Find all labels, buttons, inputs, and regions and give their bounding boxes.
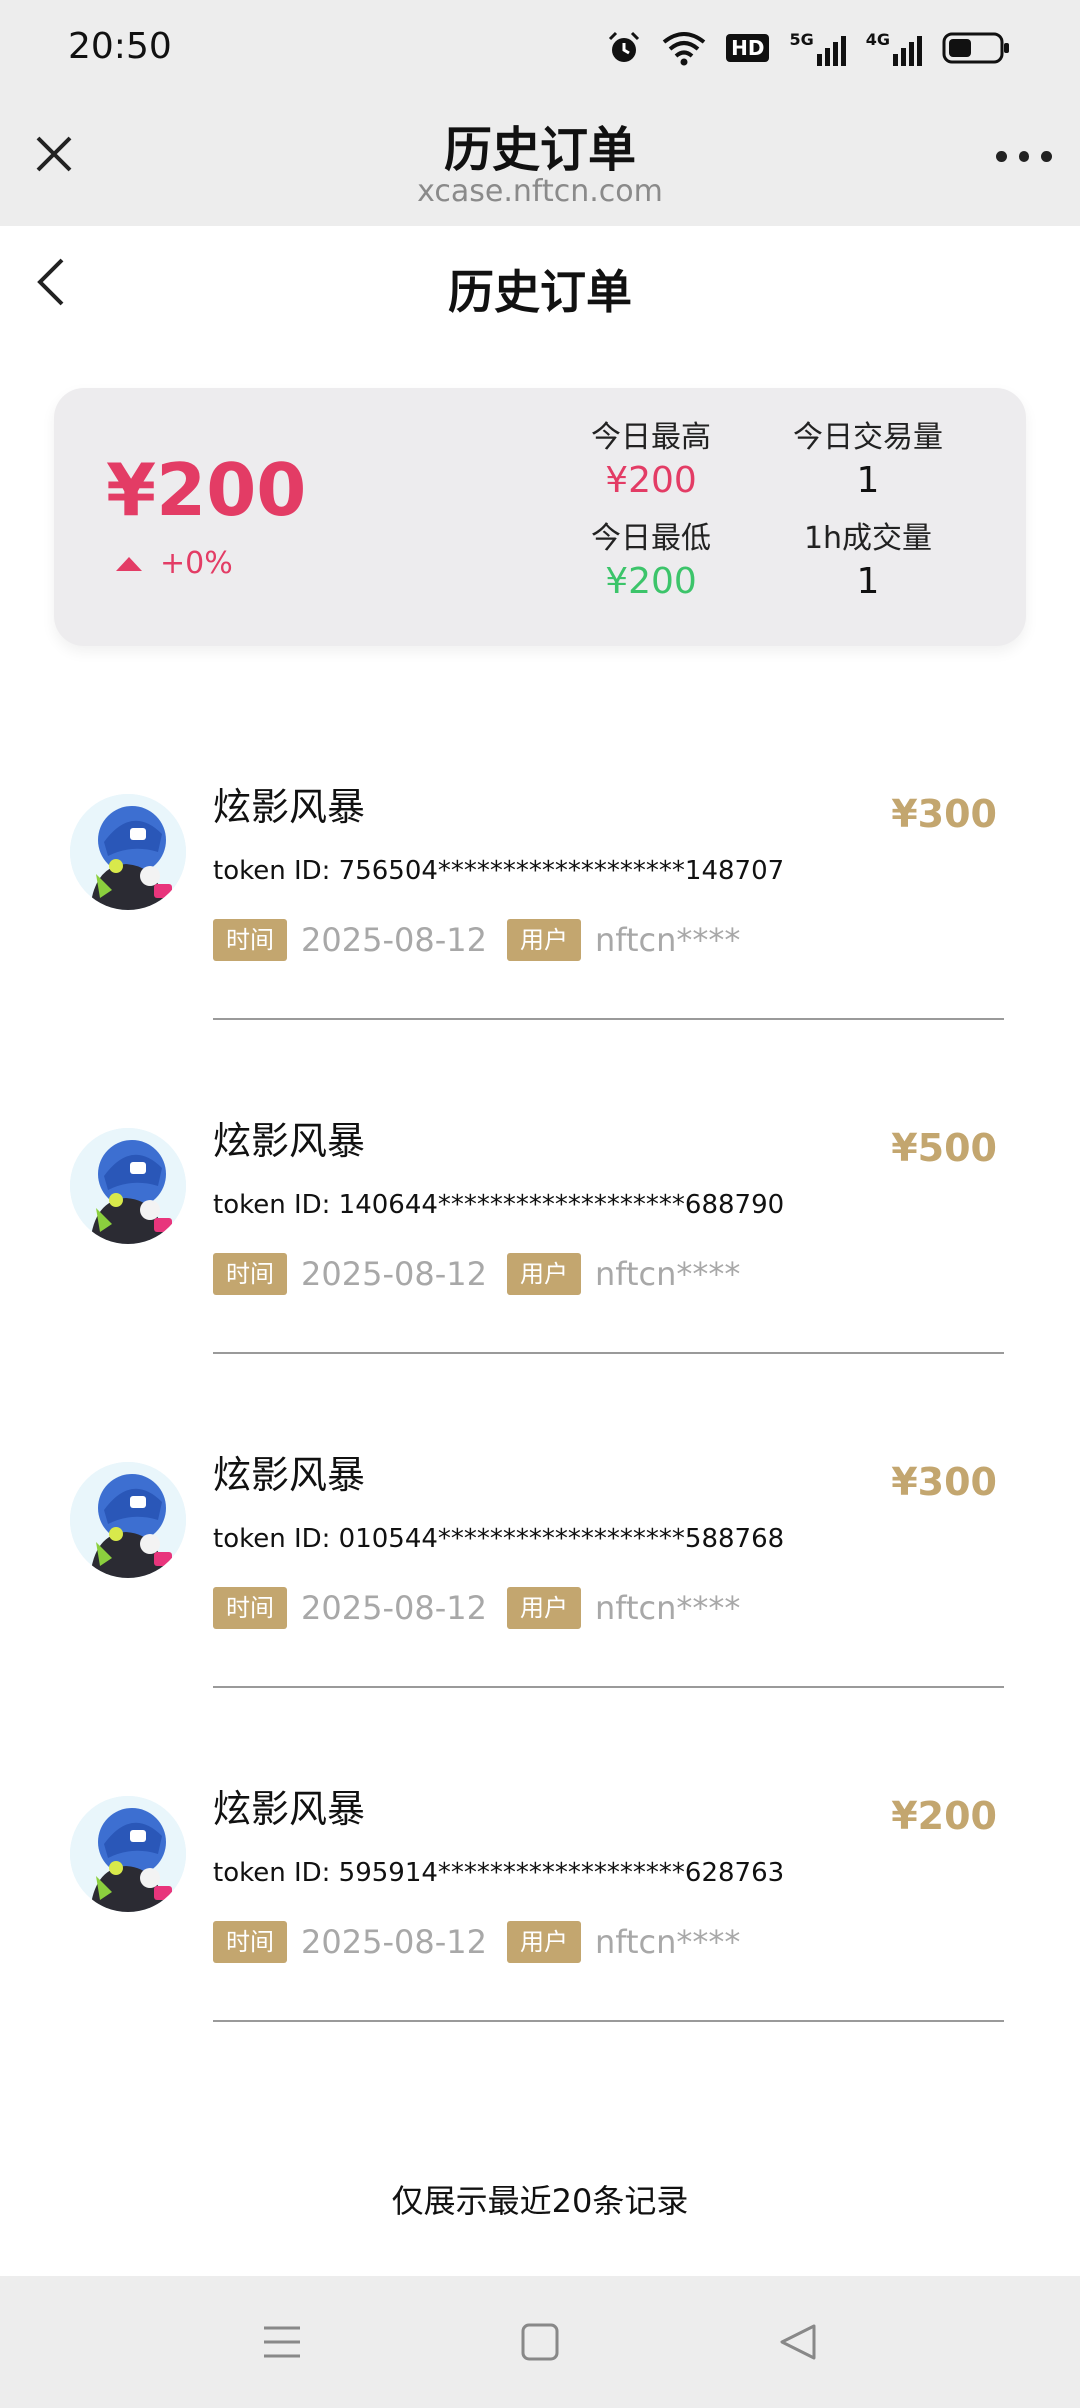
divider — [213, 1018, 1004, 1020]
signal-5g-icon: 5G — [789, 30, 846, 66]
stat-today-high: 今日最高 ¥200 — [551, 412, 751, 501]
order-token-id: token ID: 010544*******************58876… — [213, 1524, 785, 1554]
order-price: ¥300 — [891, 792, 997, 836]
order-meta: 时间 2025-08-12 用户 nftcn**** — [213, 1586, 760, 1630]
nft-avatar — [70, 794, 186, 910]
back-triangle-icon[interactable] — [776, 2320, 820, 2364]
stat-value: 1 — [856, 561, 880, 602]
signal-4g-icon: 4G — [866, 30, 922, 66]
order-item[interactable]: 炫影风暴 ¥300 token ID: 756504****************… — [0, 754, 1080, 1084]
price-change: +0% — [116, 546, 233, 581]
order-price: ¥500 — [891, 1126, 997, 1170]
status-bar: 20:50 HD 5G 4G — [0, 0, 1080, 96]
time-tag: 时间 — [213, 1587, 287, 1629]
order-meta: 时间 2025-08-12 用户 nftcn**** — [213, 1920, 760, 1964]
records-note: 仅展示最近20条记录 — [391, 2182, 689, 2220]
order-time: 2025-08-12 — [301, 1589, 487, 1627]
home-square-icon[interactable] — [518, 2320, 562, 2364]
current-price: ¥200 — [106, 448, 307, 532]
order-user: nftcn**** — [594, 1923, 741, 1961]
nft-avatar — [70, 1128, 186, 1244]
stat-hour-volume: 1h成交量 1 — [768, 513, 968, 602]
user-tag: 用户 — [506, 1587, 581, 1629]
stat-value: ¥200 — [605, 561, 697, 602]
time-tag: 时间 — [213, 1253, 287, 1295]
divider — [213, 2020, 1004, 2022]
page-header: 历史订单 — [0, 226, 1080, 338]
order-user: nftcn**** — [594, 1255, 741, 1293]
nft-avatar — [70, 1796, 186, 1912]
order-price: ¥300 — [891, 1460, 997, 1504]
order-name: 炫影风暴 — [213, 1787, 366, 1831]
order-time: 2025-08-12 — [301, 1923, 487, 1961]
price-summary-card: ¥200 +0% 今日最高 ¥200 今日交易量 1 今日最低 ¥200 1h成… — [54, 388, 1026, 646]
price-change-value: +0% — [160, 546, 233, 581]
order-time: 2025-08-12 — [301, 1255, 487, 1293]
user-tag: 用户 — [506, 919, 581, 961]
stat-today-low: 今日最低 ¥200 — [551, 513, 751, 602]
more-icon[interactable] — [996, 148, 1053, 164]
webview-header: 历史订单 xcase.nftcn.com — [0, 96, 1080, 226]
order-item[interactable]: 炫影风暴 ¥200 token ID: 595914****************… — [0, 1756, 1080, 2086]
up-triangle-icon — [116, 556, 142, 571]
order-user: nftcn**** — [594, 1589, 741, 1627]
time-tag: 时间 — [213, 919, 287, 961]
order-user: nftcn**** — [594, 921, 741, 959]
order-name: 炫影风暴 — [213, 1119, 366, 1163]
order-token-id: token ID: 140644*******************68879… — [213, 1190, 785, 1220]
order-time: 2025-08-12 — [301, 921, 487, 959]
user-tag: 用户 — [506, 1253, 581, 1295]
stat-today-volume: 今日交易量 1 — [768, 412, 968, 501]
stat-label: 今日最高 — [591, 420, 711, 455]
order-meta: 时间 2025-08-12 用户 nftcn**** — [213, 918, 760, 962]
menu-icon[interactable] — [260, 2320, 304, 2364]
wifi-icon — [662, 32, 706, 66]
stat-label: 今日交易量 — [793, 420, 943, 455]
status-icons: HD 5G 4G — [606, 26, 1010, 70]
stat-label: 今日最低 — [591, 521, 711, 556]
system-nav-bar — [0, 2276, 1080, 2408]
stat-value: ¥200 — [605, 460, 697, 501]
user-tag: 用户 — [506, 1921, 581, 1963]
time-tag: 时间 — [213, 1921, 287, 1963]
order-item[interactable]: 炫影风暴 ¥500 token ID: 140644****************… — [0, 1088, 1080, 1418]
battery-icon — [942, 32, 1009, 64]
order-meta: 时间 2025-08-12 用户 nftcn**** — [213, 1252, 760, 1296]
order-token-id: token ID: 756504*******************14870… — [213, 856, 785, 886]
status-time: 20:50 — [68, 26, 172, 67]
order-name: 炫影风暴 — [213, 785, 366, 829]
divider — [213, 1686, 1004, 1688]
stat-label: 1h成交量 — [803, 521, 933, 556]
order-token-id: token ID: 595914*******************62876… — [213, 1858, 785, 1888]
divider — [213, 1352, 1004, 1354]
alarm-icon — [609, 31, 640, 62]
stat-value: 1 — [856, 460, 880, 501]
order-price: ¥200 — [891, 1794, 997, 1838]
webview-domain: xcase.nftcn.com — [417, 174, 663, 209]
page-title: 历史订单 — [448, 265, 632, 319]
hd-icon: HD — [726, 34, 770, 62]
order-name: 炫影风暴 — [213, 1453, 366, 1497]
webview-title: 历史订单 — [443, 122, 636, 178]
order-item[interactable]: 炫影风暴 ¥300 token ID: 010544****************… — [0, 1422, 1080, 1752]
nft-avatar — [70, 1462, 186, 1578]
